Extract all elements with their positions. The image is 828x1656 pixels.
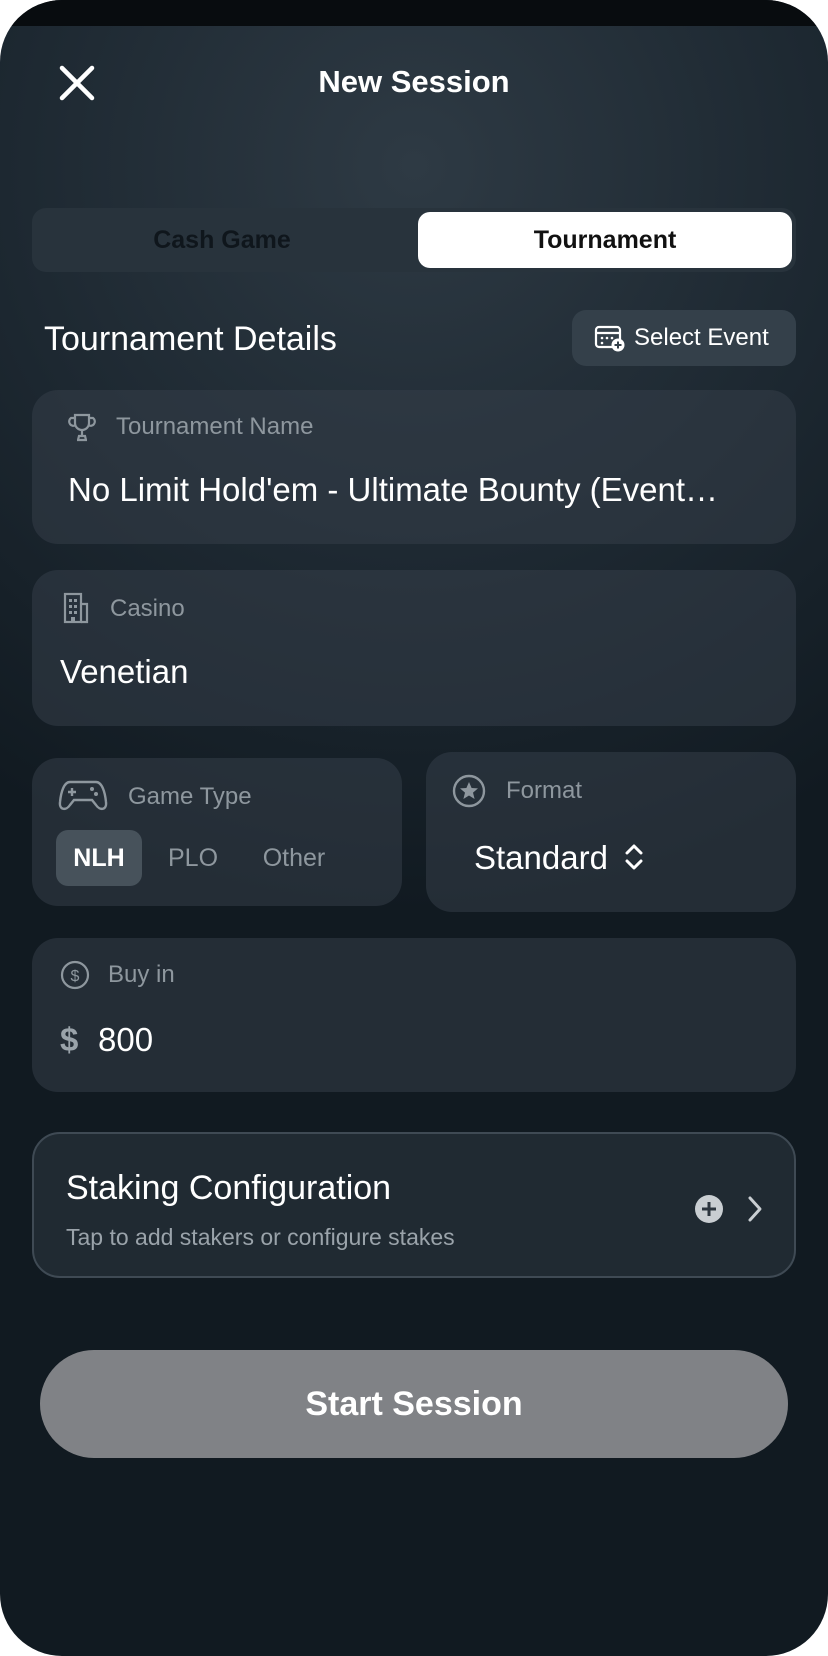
format-field[interactable]: Format Standard bbox=[426, 752, 796, 912]
game-type-option-plo[interactable]: PLO bbox=[150, 830, 236, 886]
game-type-option-other[interactable]: Other bbox=[244, 830, 344, 886]
calendar-add-icon bbox=[594, 325, 625, 352]
game-type-label: Game Type bbox=[128, 783, 252, 810]
plus-circle-icon[interactable] bbox=[694, 1194, 724, 1224]
buy-in-label: Buy in bbox=[108, 961, 175, 988]
buy-in-field[interactable]: $ Buy in $ 800 bbox=[32, 938, 796, 1092]
star-icon bbox=[452, 774, 486, 808]
staking-title: Staking Configuration bbox=[66, 1169, 392, 1207]
tab-tournament[interactable]: Tournament bbox=[418, 212, 792, 268]
tab-cash-game[interactable]: Cash Game bbox=[32, 212, 412, 268]
currency-symbol: $ bbox=[60, 1021, 79, 1058]
tournament-name-label: Tournament Name bbox=[116, 413, 314, 440]
game-type-field: Game Type NLH PLO Other bbox=[32, 758, 402, 906]
chevron-right-icon bbox=[748, 1196, 762, 1222]
format-label: Format bbox=[506, 777, 583, 804]
casino-value[interactable]: Venetian bbox=[60, 652, 188, 692]
tournament-name-field[interactable]: Tournament Name No Limit Hold'em - Ultim… bbox=[32, 390, 796, 544]
start-session-button[interactable]: Start Session bbox=[40, 1350, 788, 1458]
staking-configuration-row[interactable]: Staking Configuration Tap to add stakers… bbox=[32, 1132, 796, 1278]
new-session-screen: New Session Cash Game Tournament Tournam… bbox=[0, 0, 828, 1656]
tournament-name-value[interactable]: No Limit Hold'em - Ultimate Bounty (Even… bbox=[68, 470, 718, 510]
select-event-button[interactable]: Select Event bbox=[572, 310, 796, 366]
svg-text:$: $ bbox=[71, 968, 80, 985]
building-icon bbox=[63, 592, 89, 624]
dollar-icon: $ bbox=[60, 960, 90, 990]
casino-label: Casino bbox=[110, 595, 185, 622]
staking-subtitle: Tap to add stakers or configure stakes bbox=[66, 1224, 455, 1250]
buy-in-value[interactable]: 800 bbox=[98, 1020, 153, 1060]
session-type-segmented-control: Cash Game Tournament bbox=[32, 208, 796, 272]
trophy-icon bbox=[68, 413, 96, 442]
format-value[interactable]: Standard bbox=[474, 838, 645, 878]
gamepad-icon bbox=[58, 780, 108, 810]
select-event-label: Select Event bbox=[634, 324, 769, 351]
status-bar bbox=[0, 0, 828, 26]
casino-field[interactable]: Casino Venetian bbox=[32, 570, 796, 726]
up-down-chevron-icon bbox=[625, 844, 643, 870]
page-title: New Session bbox=[318, 64, 510, 99]
game-type-option-nlh[interactable]: NLH bbox=[56, 830, 142, 886]
section-title: Tournament Details bbox=[44, 320, 337, 358]
format-value-text: Standard bbox=[474, 839, 608, 876]
